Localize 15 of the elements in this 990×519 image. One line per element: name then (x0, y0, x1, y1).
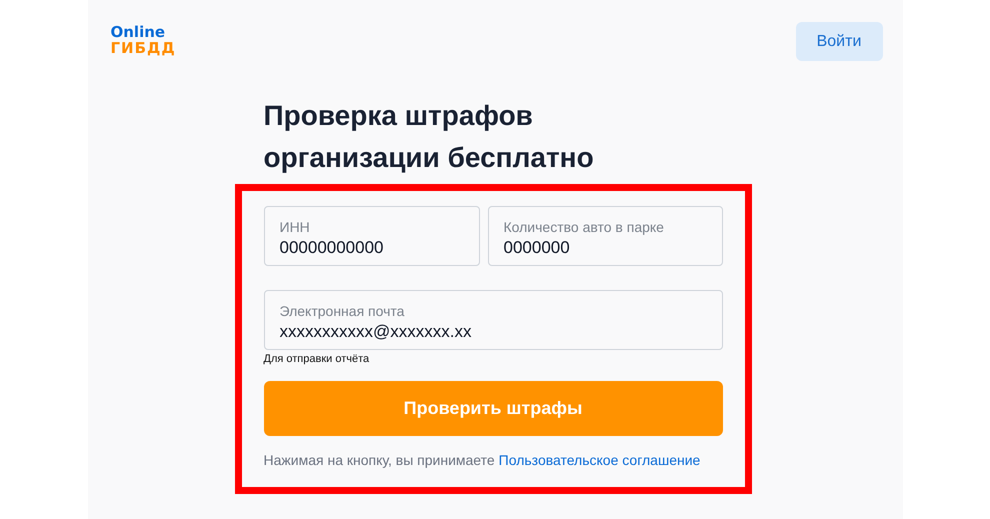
field-value[interactable]: xxxxxxxxxxx@xxxxxxx.xx (280, 321, 706, 343)
page-title: Проверка штрафов организации бесплатно (264, 99, 595, 175)
logo[interactable]: Online ГИБДД (110, 24, 176, 56)
field-value[interactable]: 00000000000 (280, 237, 464, 259)
agreement-text: Нажимая на кнопку, вы принимаете (264, 451, 495, 469)
field-label: ИНН (280, 218, 311, 237)
field-value[interactable]: 0000000 (504, 237, 706, 259)
field-hint: Для отправки отчёта (264, 352, 370, 366)
login-button[interactable]: Войти (796, 22, 882, 61)
input-field[interactable]: Количество авто в парке 0000000 (488, 206, 722, 266)
input-field[interactable]: ИНН 00000000000 (264, 206, 480, 266)
input-field[interactable]: Электронная почта xxxxxxxxxxx@xxxxxxx.xx (264, 290, 722, 350)
agreement-link[interactable]: Пользовательское соглашение (498, 451, 700, 469)
field-label: Электронная почта (280, 302, 406, 321)
field-label: Количество авто в парке (504, 218, 665, 237)
